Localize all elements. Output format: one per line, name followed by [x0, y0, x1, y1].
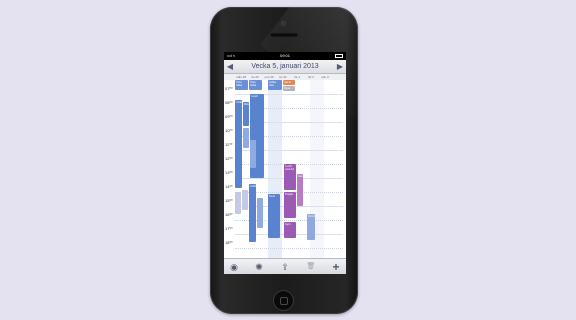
- allday-event[interactable]: Jobba sida: [268, 80, 282, 90]
- hour-label: 17⁰⁰: [225, 226, 233, 231]
- share-icon[interactable]: ⇪: [277, 259, 293, 274]
- hour-line: [235, 248, 343, 249]
- hour-label: 09⁰⁰: [225, 114, 233, 119]
- bottom-toolbar: ◉ ✺ ⇪ 🗑 +: [224, 258, 346, 274]
- calendar-event[interactable]: Jobba: [249, 184, 256, 242]
- home-button[interactable]: [273, 290, 294, 311]
- calendar-event[interactable]: Lunch med Ad: [284, 164, 296, 190]
- hour-label: 07⁰⁰: [225, 86, 233, 91]
- week-grid[interactable]: 07⁰⁰ 08⁰⁰ 09⁰⁰ 10⁰⁰ 11⁰⁰ 12⁰⁰ 13⁰⁰ 14⁰⁰ …: [224, 80, 346, 258]
- calendar-event[interactable]: Övning: [307, 214, 315, 240]
- calendar-event[interactable]: Kund: [268, 194, 280, 238]
- allday-event[interactable]: Obst hälsa: [249, 80, 262, 90]
- trash-icon[interactable]: 🗑: [303, 259, 319, 274]
- calendar-event[interactable]: [235, 192, 241, 214]
- calendar-event[interactable]: Utvärdering: [235, 100, 242, 188]
- eye-icon[interactable]: ◉: [226, 259, 242, 274]
- battery-icon: [335, 54, 343, 58]
- calendar-event[interactable]: Samtal: [297, 174, 303, 206]
- add-icon[interactable]: +: [328, 259, 344, 274]
- front-camera: [281, 21, 286, 26]
- hour-label: 15⁰⁰: [225, 198, 233, 203]
- hour-label: 08⁰⁰: [225, 100, 233, 105]
- hour-label: 13⁰⁰: [225, 170, 233, 175]
- hour-label: 16⁰⁰: [225, 212, 233, 217]
- calendar-event[interactable]: [257, 198, 263, 228]
- calendar-event[interactable]: [242, 190, 248, 210]
- hour-label: 10⁰⁰: [225, 128, 233, 133]
- allday-event[interactable]: Ganm: [283, 80, 295, 85]
- allday-event[interactable]: Obst hälsa: [235, 80, 248, 90]
- hour-label: 11⁰⁰: [225, 142, 233, 147]
- next-week-icon[interactable]: ▶: [335, 61, 345, 72]
- hour-label: 14⁰⁰: [225, 184, 233, 189]
- earpiece-speaker: [270, 33, 298, 37]
- hour-label: 12⁰⁰: [225, 156, 233, 161]
- calendar-screen: ••ıl ≈ 09:01 ◀ Vecka 5, januari 2013 ▶ m…: [224, 52, 346, 274]
- hour-label: 18⁰⁰: [225, 240, 233, 245]
- allday-event[interactable]: Resa: [283, 86, 295, 91]
- week-title: Vecka 5, januari 2013: [251, 63, 319, 70]
- status-bar: ••ıl ≈ 09:01: [224, 52, 346, 60]
- calendar-event[interactable]: Gym: [284, 222, 296, 238]
- calendar-event[interactable]: Möte: [243, 102, 249, 126]
- status-time: 09:01: [279, 53, 290, 58]
- settings-icon[interactable]: ✺: [251, 259, 267, 274]
- calendar-event[interactable]: [250, 140, 256, 168]
- calendar-event[interactable]: Projekt: [284, 192, 296, 218]
- prev-week-icon[interactable]: ◀: [225, 61, 235, 72]
- week-navbar: ◀ Vecka 5, januari 2013 ▶: [224, 60, 346, 74]
- calendar-event[interactable]: [243, 128, 249, 148]
